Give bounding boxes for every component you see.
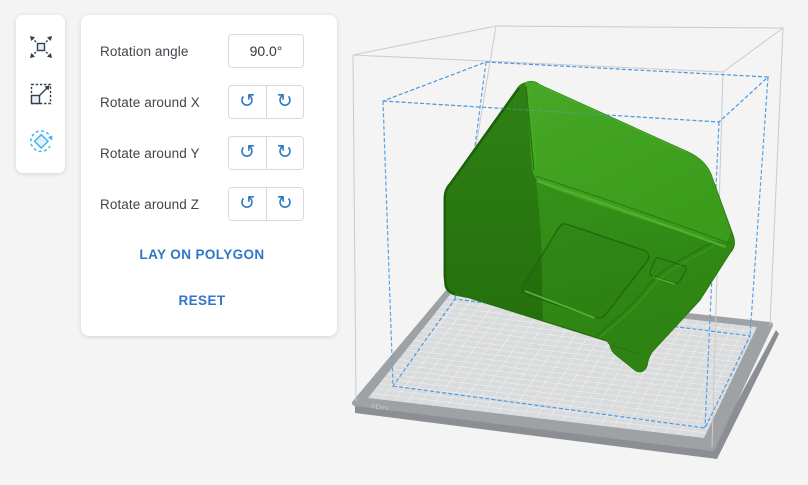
rotate-z-label: Rotate around Z <box>100 197 199 212</box>
rotate-x-label: Rotate around X <box>100 95 200 110</box>
rotate-y-cw-button[interactable]: ↻ <box>267 137 304 169</box>
scale-icon <box>27 80 55 108</box>
rotation-angle-input[interactable] <box>228 34 304 68</box>
lay-on-polygon-button[interactable]: LAY ON POLYGON <box>100 247 304 262</box>
move-icon <box>27 33 55 61</box>
rotate-x-cw-button[interactable]: ↻ <box>267 86 304 118</box>
rotation-angle-row: Rotation angle <box>100 34 304 68</box>
rotate-z-row: Rotate around Z ↺ ↻ <box>100 187 304 221</box>
rotate-y-ccw-button[interactable]: ↺ <box>229 137 267 169</box>
reset-button[interactable]: RESET <box>100 293 304 308</box>
scale-tool-button[interactable] <box>24 77 58 111</box>
rotation-angle-label: Rotation angle <box>100 44 188 59</box>
rotate-x-row: Rotate around X ↺ ↻ <box>100 85 304 119</box>
rotate-z-buttons: ↺ ↻ <box>228 187 304 221</box>
rotate-y-buttons: ↺ ↻ <box>228 136 304 170</box>
rotate-y-row: Rotate around Y ↺ ↻ <box>100 136 304 170</box>
move-tool-button[interactable] <box>24 30 58 64</box>
rotate-x-buttons: ↺ ↻ <box>228 85 304 119</box>
rotation-panel: Rotation angle Rotate around X ↺ ↻ Rotat… <box>81 15 337 336</box>
rotate-tool-button[interactable] <box>24 124 58 158</box>
rotate-z-ccw-button[interactable]: ↺ <box>229 188 267 220</box>
rotate-y-label: Rotate around Y <box>100 146 200 161</box>
rotate-z-cw-button[interactable]: ↻ <box>267 188 304 220</box>
rotate-icon-active <box>26 126 56 156</box>
app-window: nDev <box>0 0 808 485</box>
transform-toolbar <box>16 15 65 173</box>
rotate-x-ccw-button[interactable]: ↺ <box>229 86 267 118</box>
